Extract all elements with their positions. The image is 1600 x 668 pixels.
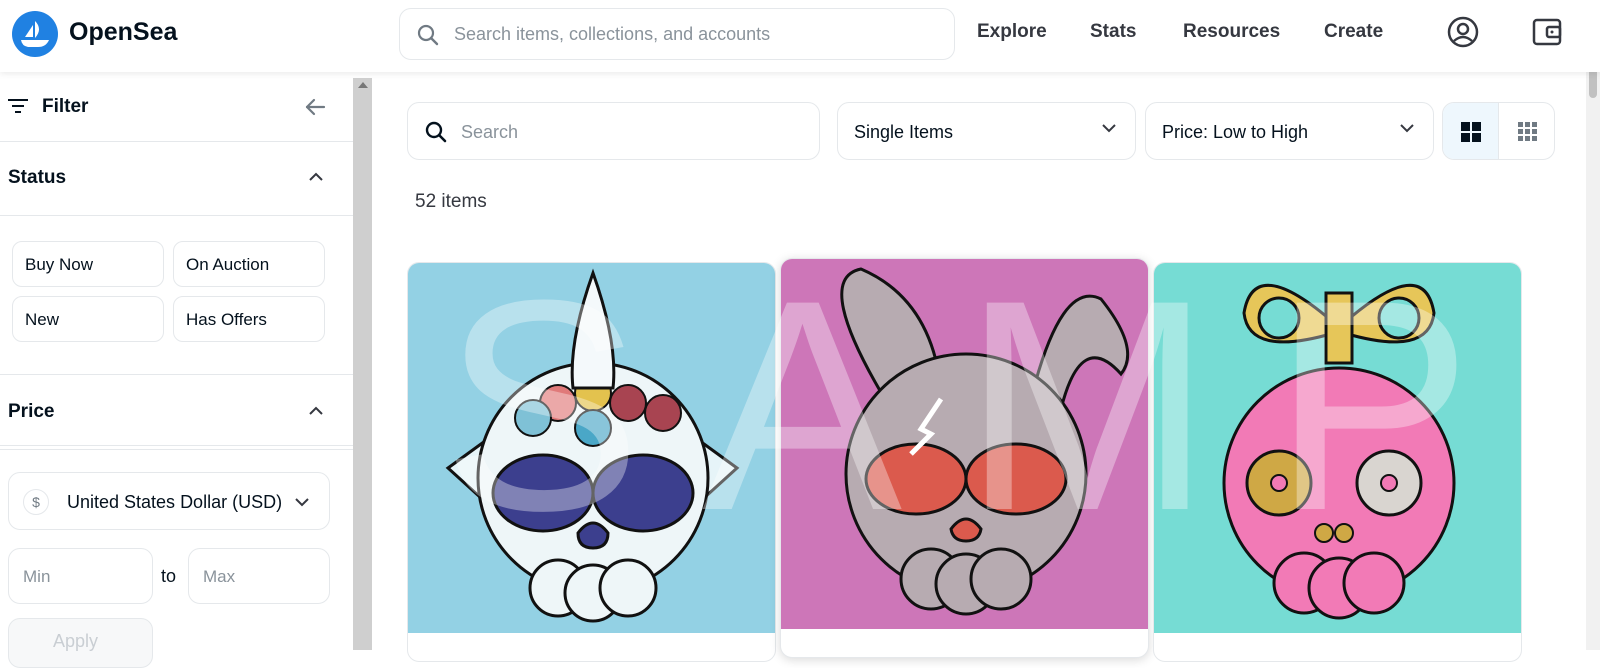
windup-skull-image	[1154, 263, 1521, 633]
grid-view-toggle	[1442, 102, 1555, 160]
status-chip-has-offers[interactable]: Has Offers	[173, 296, 325, 342]
global-search-placeholder: Search items, collections, and accounts	[454, 24, 771, 44]
collection-search-placeholder: Search	[461, 122, 519, 142]
scroll-up-arrow-icon[interactable]	[358, 82, 368, 88]
status-section-header[interactable]: Status	[0, 142, 353, 216]
chevron-up-icon	[309, 172, 323, 181]
chevron-down-icon	[1400, 124, 1414, 133]
main-content: Search Single Items Price: Low to High 5…	[372, 72, 1586, 662]
filter-icon	[8, 99, 28, 113]
page-scrollbar[interactable]	[1586, 0, 1600, 650]
filter-header[interactable]: Filter	[0, 72, 353, 142]
chevron-down-icon	[1102, 124, 1116, 133]
price-min-input[interactable]: Min	[8, 548, 153, 604]
price-title: Price	[8, 401, 55, 422]
apply-button[interactable]: Apply	[8, 618, 153, 668]
collection-search-input[interactable]: Search	[407, 102, 820, 160]
filter-label: Filter	[42, 96, 89, 117]
account-icon[interactable]	[1447, 16, 1479, 48]
item-type-value: Single Items	[854, 122, 954, 142]
large-grid-button[interactable]	[1443, 103, 1499, 159]
sidebar-scrollbar[interactable]	[353, 78, 372, 650]
apply-label: Apply	[53, 631, 99, 651]
nav-stats[interactable]: Stats	[1090, 21, 1136, 43]
dollar-icon: $	[23, 489, 49, 515]
collapse-arrow-icon[interactable]	[304, 96, 326, 118]
nft-card[interactable]	[780, 258, 1149, 658]
chevron-down-icon	[295, 498, 309, 507]
search-icon	[425, 121, 447, 143]
large-grid-icon	[1461, 122, 1481, 142]
small-grid-icon	[1518, 122, 1537, 141]
chevron-up-icon	[309, 406, 323, 415]
item-type-select[interactable]: Single Items	[837, 102, 1136, 160]
nft-card[interactable]	[407, 262, 776, 662]
currency-select[interactable]: $ United States Dollar (USD)	[8, 472, 330, 530]
item-count: 52 items	[415, 191, 487, 212]
price-section-header[interactable]: Price	[0, 374, 353, 450]
nav-resources[interactable]: Resources	[1183, 21, 1280, 43]
fish-skull-image	[408, 263, 775, 633]
global-search-input[interactable]: Search items, collections, and accounts	[399, 8, 955, 60]
currency-value: United States Dollar (USD)	[67, 492, 281, 512]
wallet-icon[interactable]	[1531, 16, 1563, 48]
status-chip-on-auction[interactable]: On Auction	[173, 241, 325, 287]
status-chip-new[interactable]: New	[12, 296, 164, 342]
sort-value: Price: Low to High	[1162, 122, 1309, 142]
brand-name[interactable]: OpenSea	[69, 18, 177, 47]
top-navbar: OpenSea Search items, collections, and a…	[0, 0, 1600, 72]
price-to-label: to	[161, 566, 177, 586]
small-grid-button[interactable]	[1499, 103, 1554, 159]
search-icon	[417, 24, 439, 46]
sort-select[interactable]: Price: Low to High	[1145, 102, 1434, 160]
nft-card[interactable]	[1153, 262, 1522, 662]
price-max-input[interactable]: Max	[188, 548, 330, 604]
status-title: Status	[8, 167, 67, 188]
nav-explore[interactable]: Explore	[977, 21, 1047, 43]
bunny-skull-image	[781, 259, 1148, 629]
price-max-placeholder: Max	[203, 567, 236, 586]
opensea-logo-icon[interactable]	[12, 11, 58, 57]
status-chip-buy-now[interactable]: Buy Now	[12, 241, 164, 287]
nav-create[interactable]: Create	[1324, 21, 1383, 43]
filter-sidebar: Filter Status Buy Now On Auction New Has…	[0, 72, 353, 668]
price-min-placeholder: Min	[23, 567, 51, 586]
